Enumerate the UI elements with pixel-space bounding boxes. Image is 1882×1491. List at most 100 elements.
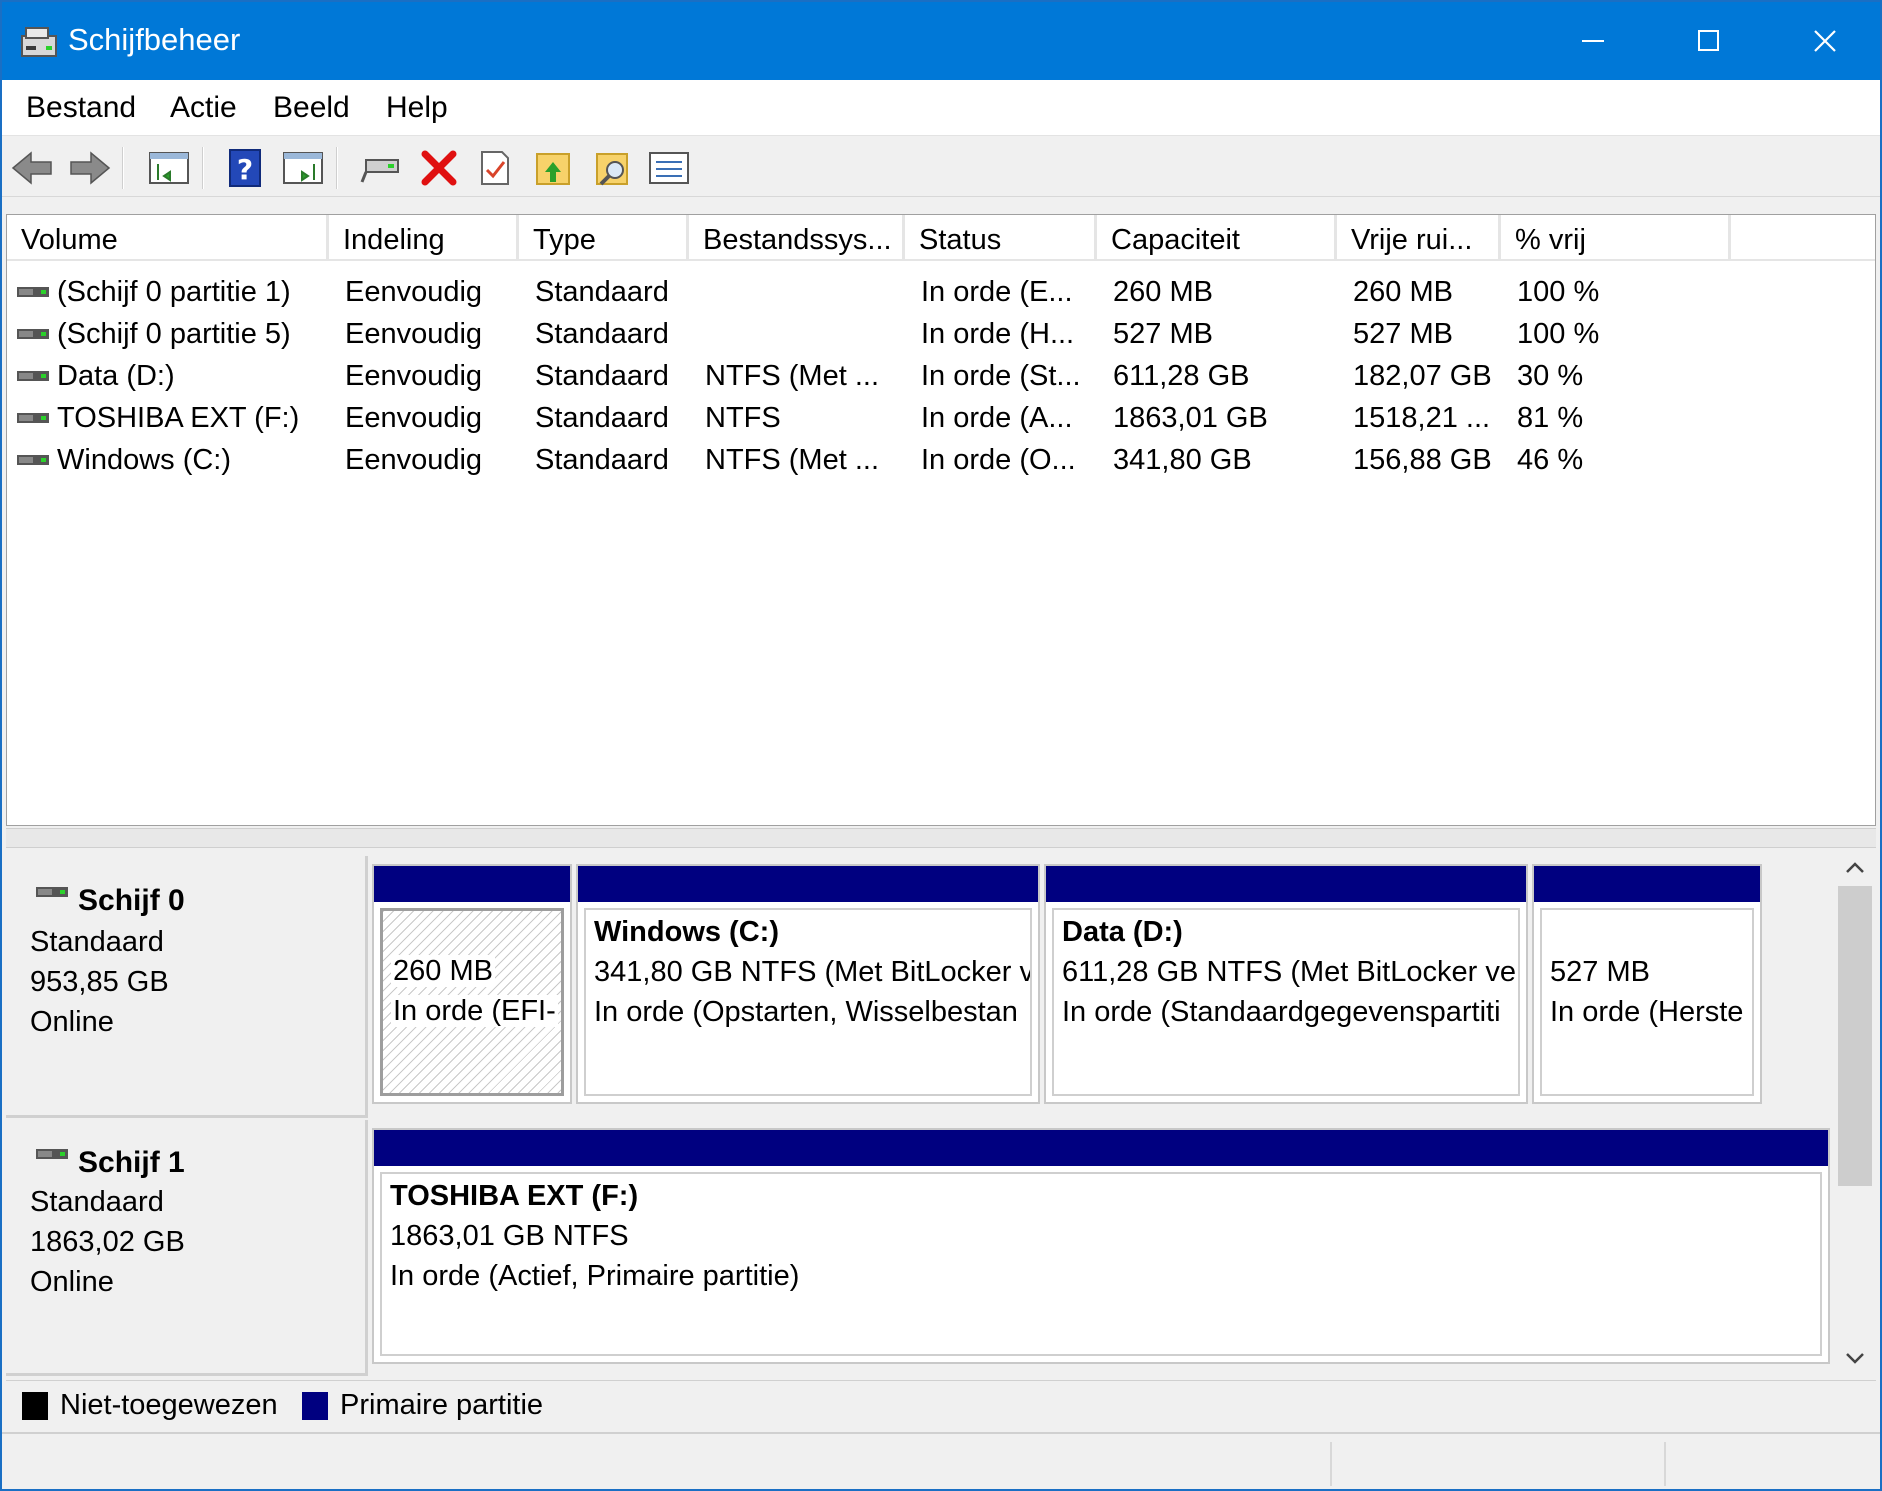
disk-1-label[interactable]: Schijf 1 Standaard 1863,02 GB Online	[6, 1120, 368, 1376]
volume-icon	[17, 371, 49, 381]
partition-windows-c[interactable]: Windows (C:) 341,80 GB NTFS (Met BitLock…	[576, 864, 1040, 1104]
disk-name: Schijf 1	[78, 1146, 185, 1179]
show-hide-action-pane-icon	[283, 152, 323, 184]
toolbar-separator	[336, 147, 338, 189]
primary-partition-bar	[1046, 866, 1526, 902]
table-row[interactable]: TOSHIBA EXT (F:) Eenvoudig Standaard NTF…	[7, 397, 1875, 439]
cell-capaciteit: 260 MB	[1113, 276, 1213, 308]
help-icon: ?	[229, 149, 261, 187]
list-view-icon	[649, 152, 689, 184]
disk-size: 953,85 GB	[30, 966, 169, 998]
partition-body: 260 MB In orde (EFI-	[380, 908, 564, 1096]
chevron-up-icon[interactable]	[1845, 860, 1865, 874]
disk-state: Online	[30, 1006, 114, 1038]
toolbar-separator	[122, 147, 124, 189]
menu-beeld[interactable]: Beeld	[273, 91, 350, 125]
column-header-vrije-ruimte[interactable]: Vrije rui...	[1337, 215, 1501, 261]
cell-procent-vrij: 30 %	[1517, 360, 1584, 392]
primary-partition-bar	[374, 1130, 1828, 1166]
column-header-volume[interactable]: Volume	[7, 215, 329, 261]
window-title: Schijfbeheer	[68, 22, 241, 57]
cell-type: Standaard	[535, 444, 669, 476]
disk-map-scrollbar[interactable]	[1834, 850, 1876, 1380]
partition-data-d[interactable]: Data (D:) 611,28 GB NTFS (Met BitLocker …	[1044, 864, 1528, 1104]
volume-icon	[17, 455, 49, 465]
disk-icon	[36, 1149, 68, 1159]
partition-title: Windows (C:)	[594, 916, 779, 948]
disk-0-label[interactable]: Schijf 0 Standaard 953,85 GB Online	[6, 856, 368, 1118]
table-row[interactable]: (Schijf 0 partitie 1) Eenvoudig Standaar…	[7, 271, 1875, 313]
cell-vrije-ruimte: 1518,21 ...	[1353, 402, 1491, 434]
table-row[interactable]: Windows (C:) Eenvoudig Standaard NTFS (M…	[7, 439, 1875, 481]
partition-recovery[interactable]: 527 MB In orde (Herste	[1532, 864, 1762, 1104]
toolbar-separator	[202, 147, 204, 189]
folder-up-button[interactable]	[530, 145, 576, 191]
back-button[interactable]	[10, 145, 56, 191]
cell-bestandssysteem: NTFS (Met ...	[705, 360, 879, 392]
menu-actie[interactable]: Actie	[170, 91, 237, 125]
minimize-button[interactable]	[1535, 2, 1651, 80]
cell-procent-vrij: 100 %	[1517, 276, 1600, 308]
show-hide-action-pane-button[interactable]	[280, 145, 326, 191]
menu-help[interactable]: Help	[386, 91, 448, 125]
table-row[interactable]: Data (D:) Eenvoudig Standaard NTFS (Met …	[7, 355, 1875, 397]
column-header-procent-vrij[interactable]: % vrij	[1501, 215, 1731, 261]
partition-status: In orde (EFI-	[391, 995, 558, 1027]
disk-map: Schijf 0 Standaard 953,85 GB Online 260 …	[6, 850, 1876, 1378]
cell-procent-vrij: 81 %	[1517, 402, 1584, 434]
partition-size: 260 MB	[391, 955, 495, 987]
status-separator	[1664, 1442, 1666, 1486]
column-header-indeling[interactable]: Indeling	[329, 215, 519, 261]
cell-volume: (Schijf 0 partitie 5)	[57, 318, 291, 350]
partition-efi[interactable]: 260 MB In orde (EFI-	[372, 864, 572, 1104]
partition-body: TOSHIBA EXT (F:) 1863,01 GB NTFS In orde…	[380, 1172, 1822, 1356]
partition-status: In orde (Standaardgegevenspartiti	[1062, 996, 1501, 1028]
close-button[interactable]	[1767, 2, 1880, 80]
svg-text:?: ?	[237, 153, 253, 186]
cell-volume: (Schijf 0 partitie 1)	[57, 276, 291, 308]
cell-vrije-ruimte: 182,07 GB	[1353, 360, 1492, 392]
partition-status: In orde (Opstarten, Wisselbestan	[594, 996, 1018, 1028]
search-folder-button[interactable]	[590, 145, 636, 191]
maximize-icon	[1698, 30, 1719, 51]
column-header-bestandssysteem[interactable]: Bestandssys...	[689, 215, 905, 261]
column-header-status[interactable]: Status	[905, 215, 1097, 261]
minimize-icon	[1582, 40, 1604, 42]
table-row[interactable]: (Schijf 0 partitie 5) Eenvoudig Standaar…	[7, 313, 1875, 355]
delete-button[interactable]	[416, 145, 462, 191]
properties-button[interactable]	[472, 145, 518, 191]
list-view-button[interactable]	[646, 145, 692, 191]
column-header-capaciteit[interactable]: Capaciteit	[1097, 215, 1337, 261]
forward-button[interactable]	[66, 145, 112, 191]
pane-splitter[interactable]	[6, 828, 1876, 848]
chevron-down-icon[interactable]	[1845, 1352, 1865, 1366]
cell-vrije-ruimte: 260 MB	[1353, 276, 1453, 308]
legend-swatch-unallocated	[22, 1392, 48, 1420]
cell-capaciteit: 1863,01 GB	[1113, 402, 1268, 434]
primary-partition-bar	[578, 866, 1038, 902]
column-header-type[interactable]: Type	[519, 215, 689, 261]
partition-size: 341,80 GB NTFS (Met BitLocker v	[594, 956, 1032, 988]
search-folder-icon	[596, 153, 628, 186]
partition-body: 527 MB In orde (Herste	[1540, 908, 1754, 1096]
cell-capaciteit: 341,80 GB	[1113, 444, 1252, 476]
disk-management-window: Schijfbeheer Bestand Actie Beeld Help ?	[0, 0, 1882, 1491]
disk-management-app-icon	[21, 27, 57, 57]
status-bar	[2, 1432, 1880, 1489]
cell-indeling: Eenvoudig	[345, 360, 483, 392]
partition-status: In orde (Actief, Primaire partitie)	[390, 1260, 800, 1292]
disk-type: Standaard	[30, 1186, 164, 1218]
folder-up-icon	[536, 153, 570, 185]
scrollbar-thumb[interactable]	[1838, 886, 1872, 1186]
maximize-button[interactable]	[1651, 2, 1767, 80]
volume-list: Volume Indeling Type Bestandssys... Stat…	[6, 214, 1876, 826]
status-separator	[1330, 1442, 1332, 1486]
help-button[interactable]: ?	[222, 145, 268, 191]
disk-icon	[36, 887, 68, 897]
connect-drive-button[interactable]	[358, 145, 404, 191]
show-hide-console-tree-button[interactable]	[146, 145, 192, 191]
menu-bestand[interactable]: Bestand	[26, 91, 136, 125]
volume-icon	[17, 287, 49, 297]
legend-label-primary: Primaire partitie	[340, 1389, 544, 1421]
partition-toshiba-f[interactable]: TOSHIBA EXT (F:) 1863,01 GB NTFS In orde…	[372, 1128, 1830, 1364]
